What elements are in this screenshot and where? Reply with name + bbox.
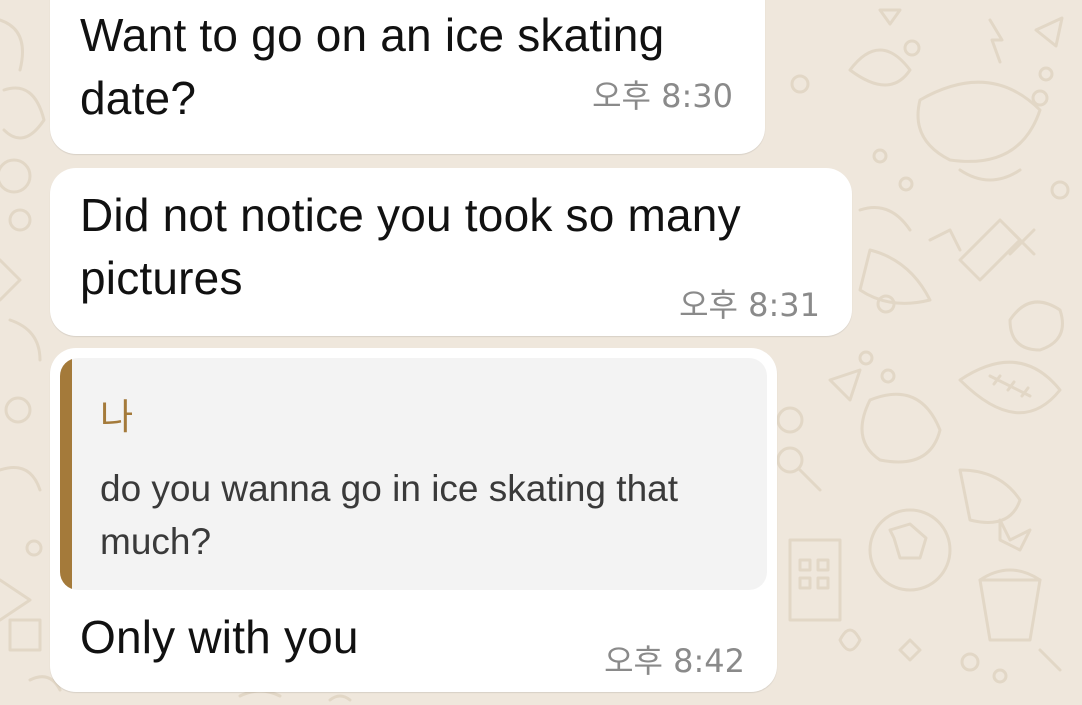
message-bubble-2[interactable]: Did not notice you took so many pictures… [50,168,852,336]
quote-text: do you wanna go in ice skating that much… [100,468,678,562]
message-bubble-1[interactable]: Want to go on an ice skating date? 오후 8:… [50,0,765,154]
message-timestamp: 오후 8:30 [592,77,733,115]
quote-author: 나 [100,397,134,438]
message-timestamp: 오후 8:42 [604,642,745,680]
quoted-reply[interactable]: 나 do you wanna go in ice skating that mu… [60,358,767,590]
message-timestamp: 오후 8:31 [679,286,820,324]
message-text: Only with you [80,611,359,663]
quote-accent-bar [60,358,72,590]
message-bubble-3[interactable]: 나 do you wanna go in ice skating that mu… [50,348,777,692]
